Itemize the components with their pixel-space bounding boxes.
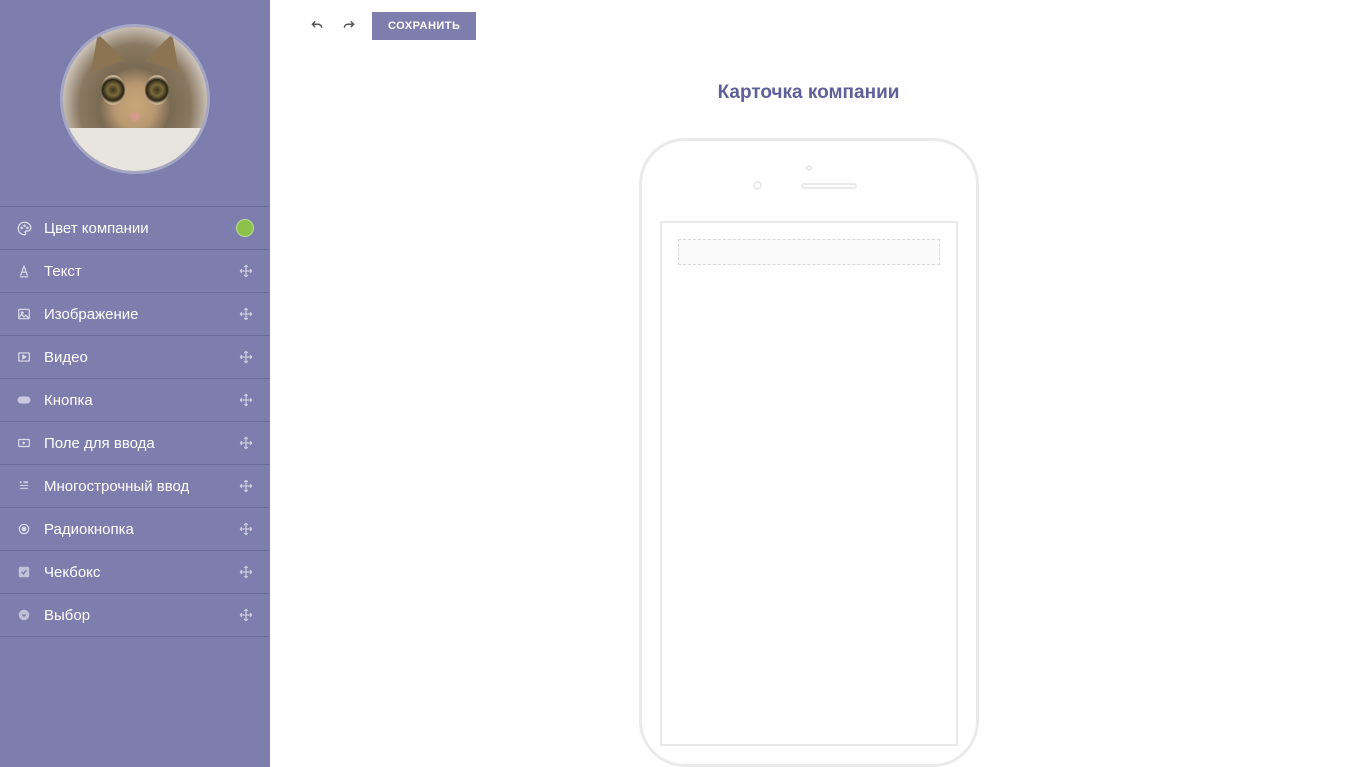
sidebar-item-label: Кнопка xyxy=(44,392,226,409)
drag-icon xyxy=(238,392,254,408)
image-icon xyxy=(16,306,32,322)
drag-icon xyxy=(238,564,254,580)
drag-icon xyxy=(238,435,254,451)
sidebar-item-label: Выбор xyxy=(44,607,226,624)
sidebar-item-video[interactable]: Видео xyxy=(0,336,270,379)
sidebar-item-text[interactable]: Текст xyxy=(0,250,270,293)
palette-icon xyxy=(16,220,32,236)
phone-screen[interactable] xyxy=(660,221,958,746)
drop-zone[interactable] xyxy=(678,239,940,265)
save-button[interactable]: СОХРАНИТЬ xyxy=(372,12,476,40)
textarea-icon xyxy=(16,478,32,494)
sidebar-item-label: Изображение xyxy=(44,306,226,323)
phone-frame xyxy=(639,138,979,767)
drag-icon xyxy=(238,478,254,494)
canvas-area: Карточка компании xyxy=(270,52,1347,767)
select-icon xyxy=(16,607,32,623)
toolbar: СОХРАНИТЬ xyxy=(270,0,1347,52)
sidebar-item-company-color[interactable]: Цвет компании xyxy=(0,207,270,250)
sidebar-item-input[interactable]: Поле для ввода xyxy=(0,422,270,465)
phone-sensor-icon xyxy=(806,165,812,171)
avatar-container xyxy=(0,0,270,206)
sidebar-item-radio[interactable]: Радиокнопка xyxy=(0,508,270,551)
sidebar-item-label: Поле для ввода xyxy=(44,435,226,452)
button-icon xyxy=(16,392,32,408)
avatar[interactable] xyxy=(60,24,210,174)
drag-icon xyxy=(238,521,254,537)
sidebar-item-checkbox[interactable]: Чекбокс xyxy=(0,551,270,594)
undo-button[interactable] xyxy=(308,17,326,35)
redo-button[interactable] xyxy=(340,17,358,35)
video-icon xyxy=(16,349,32,365)
company-color-swatch xyxy=(236,219,254,237)
drag-icon xyxy=(238,607,254,623)
sidebar-item-label: Многострочный ввод xyxy=(44,478,226,495)
sidebar-item-label: Чекбокс xyxy=(44,564,226,581)
sidebar-item-image[interactable]: Изображение xyxy=(0,293,270,336)
radio-icon xyxy=(16,521,32,537)
phone-speaker-icon xyxy=(801,183,857,189)
sidebar-list: Цвет компании Текст Изображение xyxy=(0,206,270,637)
sidebar-item-textarea[interactable]: Многострочный ввод xyxy=(0,465,270,508)
phone-camera-icon xyxy=(753,181,762,190)
drag-icon xyxy=(238,263,254,279)
sidebar-item-label: Радиокнопка xyxy=(44,521,226,538)
sidebar-item-select[interactable]: Выбор xyxy=(0,594,270,637)
main-area: СОХРАНИТЬ Карточка компании xyxy=(270,0,1347,767)
input-icon xyxy=(16,435,32,451)
canvas-title: Карточка компании xyxy=(718,82,900,104)
sidebar: Цвет компании Текст Изображение xyxy=(0,0,270,767)
text-icon xyxy=(16,263,32,279)
sidebar-item-label: Текст xyxy=(44,263,226,280)
sidebar-item-label: Цвет компании xyxy=(44,220,224,237)
sidebar-item-button[interactable]: Кнопка xyxy=(0,379,270,422)
drag-icon xyxy=(238,349,254,365)
drag-icon xyxy=(238,306,254,322)
checkbox-icon xyxy=(16,564,32,580)
sidebar-item-label: Видео xyxy=(44,349,226,366)
